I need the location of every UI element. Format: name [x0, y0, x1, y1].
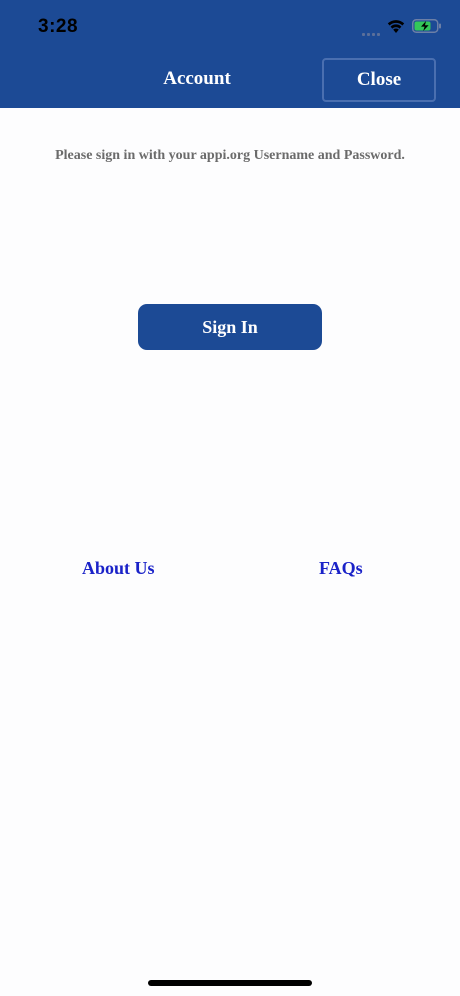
- page-title: Account: [163, 68, 231, 89]
- status-bar: 3:28: [0, 0, 460, 56]
- status-time: 3:28: [38, 16, 79, 37]
- close-button[interactable]: Close: [322, 58, 436, 102]
- sign-in-instruction: Please sign in with your appi.org Userna…: [55, 148, 405, 163]
- faqs-link[interactable]: FAQs: [319, 558, 363, 579]
- battery-charging-icon: [412, 19, 441, 33]
- cellular-signal-icon: [362, 30, 380, 36]
- sign-in-button[interactable]: Sign In: [138, 304, 322, 350]
- home-indicator[interactable]: [148, 980, 312, 986]
- wifi-icon: [387, 20, 405, 33]
- navigation-header: 3:28 Account Close: [0, 0, 460, 108]
- about-us-link[interactable]: About Us: [82, 558, 155, 579]
